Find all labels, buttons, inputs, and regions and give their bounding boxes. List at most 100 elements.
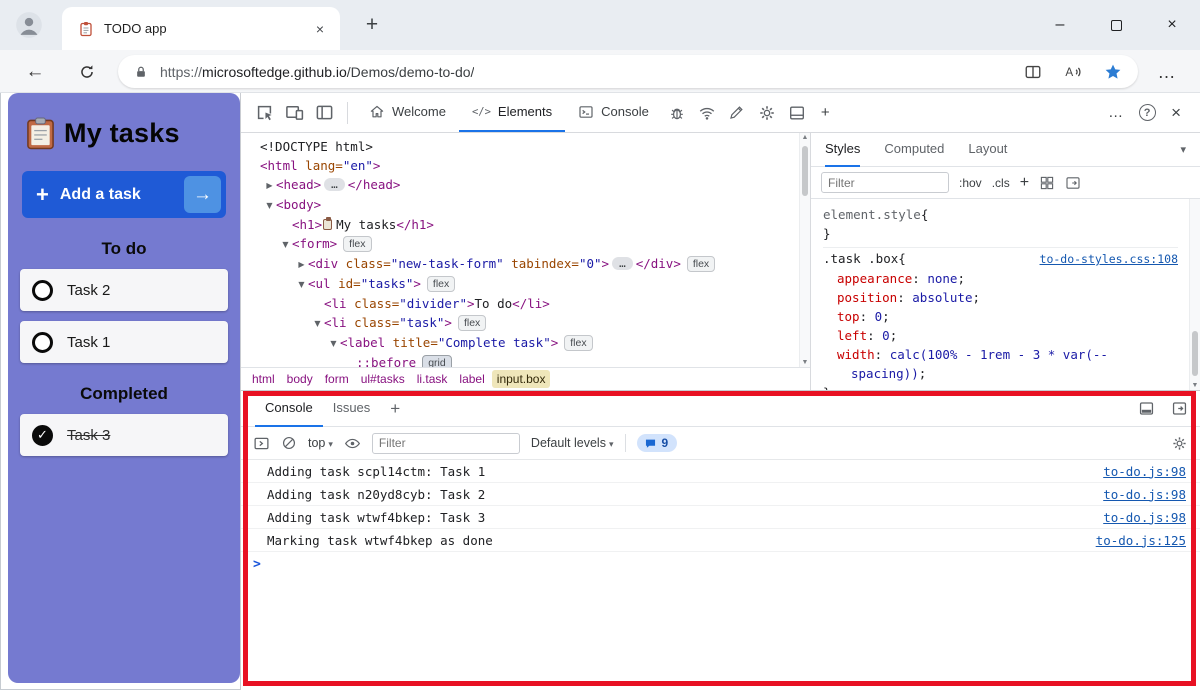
stylesheet-source-link[interactable]: to-do-styles.css:108 (1040, 250, 1178, 269)
css-declaration[interactable]: appearance: none; (823, 269, 1178, 288)
breadcrumb-item[interactable]: li.task (412, 370, 453, 388)
dom-tree-line[interactable]: ▼ <li class="task"> flex (241, 313, 799, 333)
dock-drawer-icon[interactable] (1138, 400, 1155, 417)
dom-tree-line[interactable]: ▼ <label title="Complete task"> flex (241, 333, 799, 353)
add-drawer-tab-button[interactable]: + (380, 399, 410, 419)
close-window-button[interactable]: × (1144, 0, 1200, 50)
css-declaration[interactable]: position: absolute; (823, 288, 1178, 307)
task-checkbox[interactable]: ✓ (32, 424, 53, 446)
breadcrumb-item[interactable]: body (282, 370, 318, 388)
dock-bottom-icon[interactable] (782, 98, 812, 128)
twisty-icon[interactable]: ▶ (263, 176, 276, 195)
inspect-element-icon[interactable] (249, 98, 279, 128)
console-source-link[interactable]: to-do.js:98 (1103, 510, 1186, 525)
network-conditions-icon[interactable] (692, 98, 722, 128)
twisty-icon[interactable]: ▼ (279, 235, 292, 254)
settings-gear-icon[interactable] (752, 98, 782, 128)
browser-menu-icon[interactable]: … (1152, 57, 1182, 87)
tab-styles[interactable]: Styles (825, 133, 861, 167)
bug-icon[interactable] (662, 98, 692, 128)
expand-drawer-icon[interactable] (1171, 400, 1188, 417)
dom-tree-line[interactable]: ::before grid (241, 353, 799, 367)
console-settings-gear-icon[interactable] (1171, 435, 1188, 452)
breadcrumb-item[interactable]: ul#tasks (356, 370, 410, 388)
tab-console[interactable]: Console (255, 391, 323, 427)
popout-panel-icon[interactable] (1065, 175, 1081, 191)
layout-badge-flex[interactable]: flex (457, 315, 487, 331)
breadcrumb-item[interactable]: input.box (491, 370, 551, 388)
dom-tree-line[interactable]: ▶ <head>… </head> (241, 175, 799, 195)
rule-selector[interactable]: element.style (823, 205, 921, 224)
dom-tree-line[interactable]: <html lang="en"> (241, 156, 799, 175)
pseudo-state-button[interactable]: :hov (959, 176, 982, 190)
layout-badge-flex[interactable]: flex (426, 276, 456, 292)
twisty-icon[interactable]: ▼ (263, 196, 276, 215)
dom-tree-line[interactable]: <li class="divider">To do</li> (241, 294, 799, 313)
dock-panel-icon[interactable] (309, 98, 339, 128)
twisty-icon[interactable]: ▼ (327, 334, 340, 353)
dom-tree-line[interactable]: <!DOCTYPE html> (241, 137, 799, 156)
dom-tree-line[interactable]: ▼ <form> flex (241, 234, 799, 254)
minimize-button[interactable]: – (1032, 0, 1088, 50)
console-prompt[interactable]: > (241, 552, 1200, 572)
clear-console-icon[interactable] (281, 435, 297, 451)
read-aloud-icon[interactable]: A (1064, 63, 1082, 81)
favorite-star-icon[interactable] (1104, 63, 1122, 81)
breadcrumb-item[interactable]: form (320, 370, 354, 388)
message-count-badge[interactable]: 9 (636, 434, 678, 452)
close-devtools-icon[interactable]: × (1162, 103, 1190, 123)
back-button[interactable]: ← (20, 57, 50, 87)
layout-badge-flex[interactable]: flex (686, 256, 716, 272)
help-icon[interactable]: ? (1132, 98, 1162, 128)
console-sidebar-icon[interactable] (253, 435, 270, 452)
layout-badge-grid[interactable]: grid (422, 355, 452, 367)
layout-badge-flex[interactable]: flex (343, 236, 372, 252)
tab-close-icon[interactable]: × (308, 19, 332, 39)
scroll-down-icon[interactable]: ▼ (800, 359, 810, 366)
scrollbar-thumb[interactable] (1192, 331, 1198, 376)
css-declaration[interactable]: width: calc(100% - 1rem - 3 * var(--spac… (823, 345, 1178, 383)
console-source-link[interactable]: to-do.js:98 (1103, 487, 1186, 502)
console-filter-input[interactable] (371, 432, 520, 454)
twisty-icon[interactable]: ▼ (311, 314, 324, 333)
tab-issues[interactable]: Issues (323, 391, 381, 427)
console-source-link[interactable]: to-do.js:125 (1096, 533, 1186, 548)
edit-pen-icon[interactable] (722, 98, 752, 128)
breadcrumb-item[interactable]: html (247, 370, 280, 388)
split-screen-icon[interactable] (1024, 63, 1042, 81)
console-source-link[interactable]: to-do.js:98 (1103, 464, 1186, 479)
tab-elements[interactable]: </> Elements (458, 93, 566, 132)
dom-tree-line[interactable]: ▼ <ul id="tasks"> flex (241, 274, 799, 294)
css-declaration[interactable]: top: 0; (823, 307, 1178, 326)
dom-tree-line[interactable]: ▼ <body> (241, 195, 799, 215)
styles-scrollbar[interactable]: ▼ (1189, 199, 1200, 390)
expand-ellipsis-button[interactable]: … (324, 178, 345, 191)
rule-selector[interactable]: .task .box (823, 249, 898, 268)
task-checkbox[interactable] (32, 279, 53, 301)
twisty-icon[interactable]: ▼ (295, 275, 308, 294)
new-style-rule-button[interactable]: + (1020, 174, 1029, 192)
expand-ellipsis-button[interactable]: … (612, 257, 633, 270)
css-declaration[interactable]: left: 0; (823, 326, 1178, 345)
url-field[interactable]: https://microsoftedge.github.io/Demos/de… (118, 55, 1138, 88)
scroll-up-icon[interactable]: ▲ (800, 134, 810, 141)
live-expression-eye-icon[interactable] (344, 435, 361, 452)
layout-badge-flex[interactable]: flex (564, 335, 593, 351)
task-item[interactable]: ✓ Task 3 (20, 414, 228, 456)
breadcrumb-item[interactable]: label (454, 370, 489, 388)
device-emulation-icon[interactable] (279, 98, 309, 128)
maximize-button[interactable] (1088, 0, 1144, 50)
task-checkbox[interactable] (32, 331, 53, 353)
tab-computed[interactable]: Computed (884, 133, 944, 167)
chevron-down-icon[interactable]: ▾ (1180, 143, 1186, 156)
computed-grid-icon[interactable] (1039, 175, 1055, 191)
tab-console-top[interactable]: Console (565, 93, 662, 132)
profile-avatar-icon[interactable] (15, 11, 43, 39)
tab-welcome[interactable]: Welcome (356, 93, 459, 132)
browser-tab[interactable]: TODO app × (62, 7, 340, 50)
refresh-button[interactable] (72, 57, 102, 87)
add-task-button[interactable]: + Add a task → (22, 171, 226, 218)
twisty-icon[interactable]: ▶ (295, 255, 308, 274)
new-tab-button[interactable]: + (358, 12, 386, 40)
add-tool-button[interactable]: + (812, 104, 839, 121)
